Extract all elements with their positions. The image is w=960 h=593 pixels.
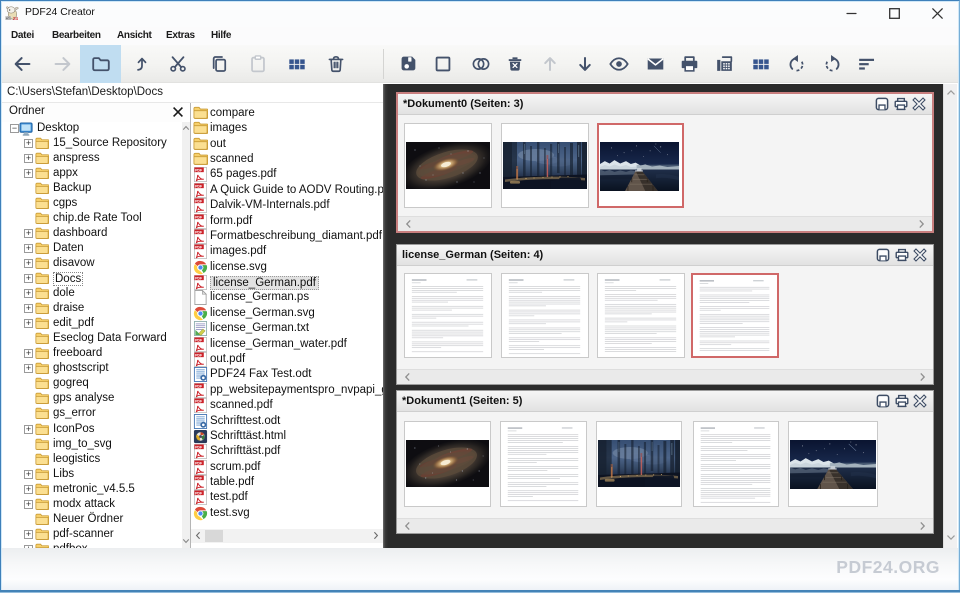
svg-text:PDF: PDF xyxy=(195,215,203,219)
svg-text:PDF: PDF xyxy=(6,16,12,20)
svg-text:PDF: PDF xyxy=(195,492,203,496)
svg-text:PDF: PDF xyxy=(195,199,203,203)
svg-text:PDF: PDF xyxy=(195,353,203,357)
svg-text:PDF: PDF xyxy=(195,461,203,465)
svg-text:PDF: PDF xyxy=(195,384,203,388)
svg-text:PDF: PDF xyxy=(195,399,203,403)
svg-text:PDF: PDF xyxy=(195,338,203,342)
svg-text:PDF: PDF xyxy=(195,276,203,280)
svg-text:PDF: PDF xyxy=(195,476,203,480)
svg-text:24: 24 xyxy=(13,16,19,21)
svg-text:PDF: PDF xyxy=(195,169,203,173)
svg-text:PDF: PDF xyxy=(195,184,203,188)
svg-text:PDF: PDF xyxy=(195,446,203,450)
svg-text:PDF: PDF xyxy=(195,246,203,250)
svg-text:PDF: PDF xyxy=(195,230,203,234)
